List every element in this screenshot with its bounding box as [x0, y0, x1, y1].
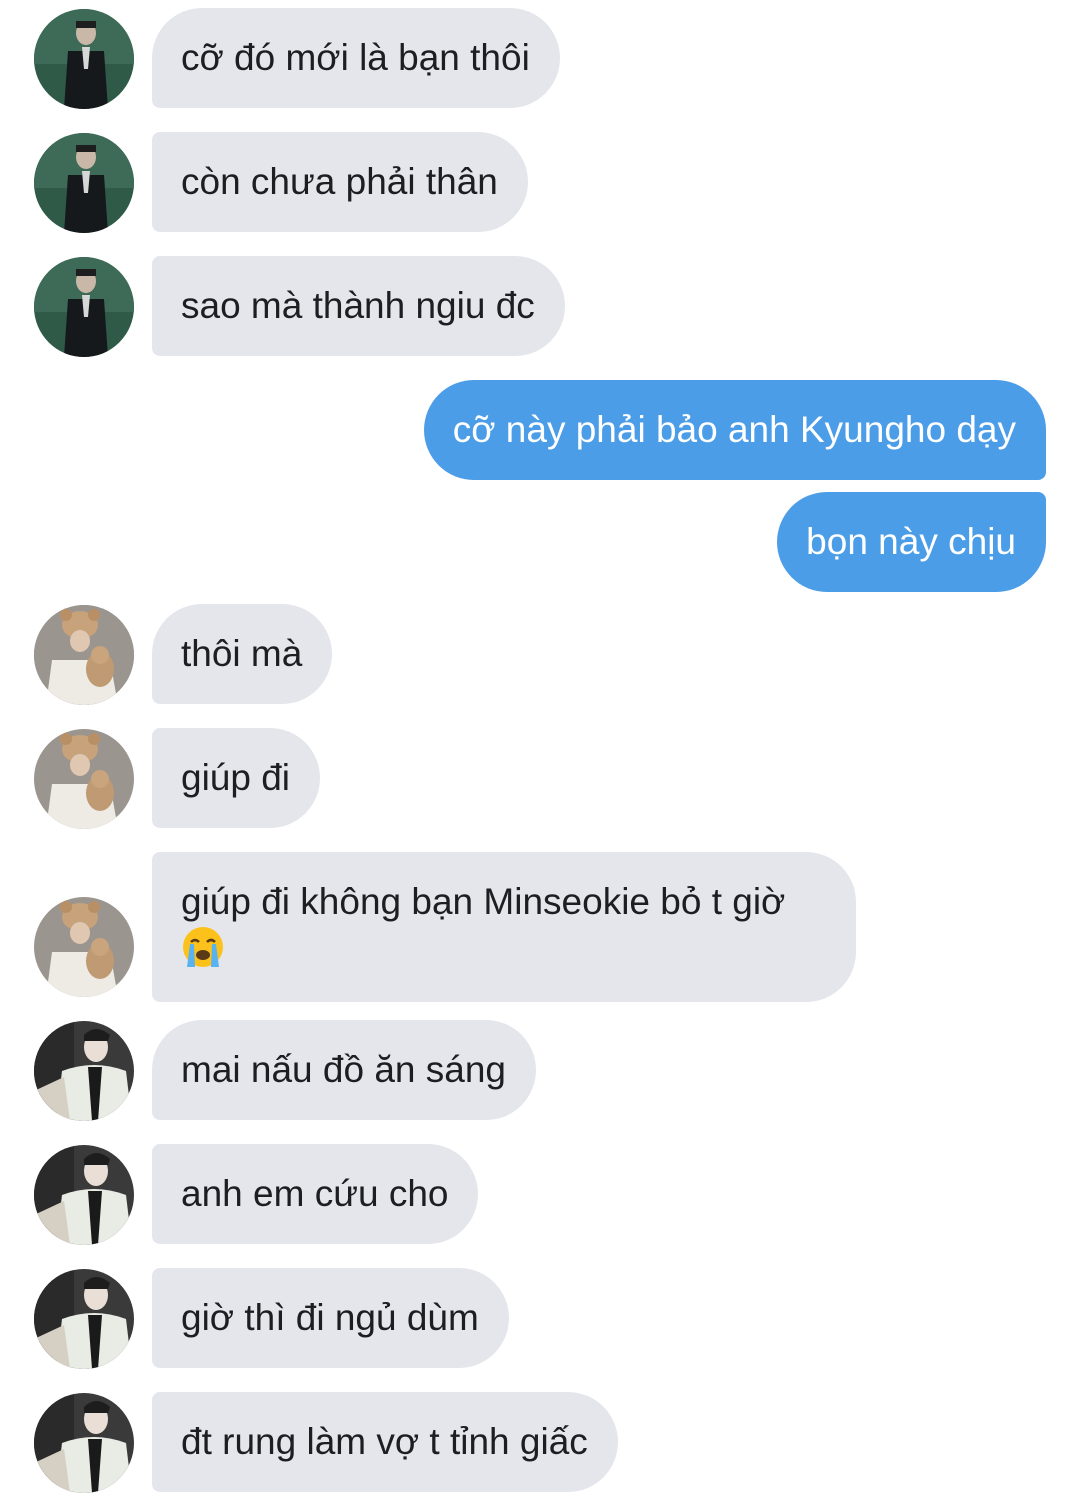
suit-man-avatar[interactable] — [34, 257, 134, 357]
loudly-crying-face-emoji — [181, 925, 225, 969]
incoming-message-bubble[interactable]: anh em cứu cho — [152, 1144, 479, 1244]
outgoing-message-bubble[interactable]: bọn này chịu — [777, 492, 1046, 592]
bear-hat-avatar[interactable] — [34, 897, 134, 997]
bear-hat-avatar[interactable] — [34, 605, 134, 705]
incoming-message-bubble[interactable]: thôi mà — [152, 604, 333, 704]
cardigan-man-avatar[interactable] — [34, 1145, 134, 1245]
incoming-message-bubble[interactable]: giúp đi không bạn Minseokie bỏ t giờ — [152, 852, 856, 1002]
cardigan-man-avatar[interactable] — [34, 1021, 134, 1121]
incoming-message-bubble[interactable]: giờ thì đi ngủ dùm — [152, 1268, 509, 1368]
bear-hat-avatar[interactable] — [34, 729, 134, 829]
incoming-message-bubble[interactable]: còn chưa phải thân — [152, 132, 528, 232]
cardigan-man-avatar[interactable] — [34, 1269, 134, 1369]
cardigan-man-avatar[interactable] — [34, 1393, 134, 1493]
incoming-message-bubble[interactable]: đt rung làm vợ t tỉnh giấc — [152, 1392, 618, 1492]
incoming-message-bubble[interactable]: cỡ đó mới là bạn thôi — [152, 8, 560, 108]
incoming-message-bubble[interactable]: sao mà thành ngiu đc — [152, 256, 565, 356]
outgoing-message-bubble[interactable]: cỡ này phải bảo anh Kyungho dạy — [423, 380, 1046, 480]
suit-man-avatar[interactable] — [34, 9, 134, 109]
message-text: giúp đi không bạn Minseokie bỏ t giờ — [181, 881, 786, 922]
incoming-message-bubble[interactable]: giúp đi — [152, 728, 321, 828]
incoming-message-bubble[interactable]: mai nấu đồ ăn sáng — [152, 1020, 537, 1120]
suit-man-avatar[interactable] — [34, 133, 134, 233]
